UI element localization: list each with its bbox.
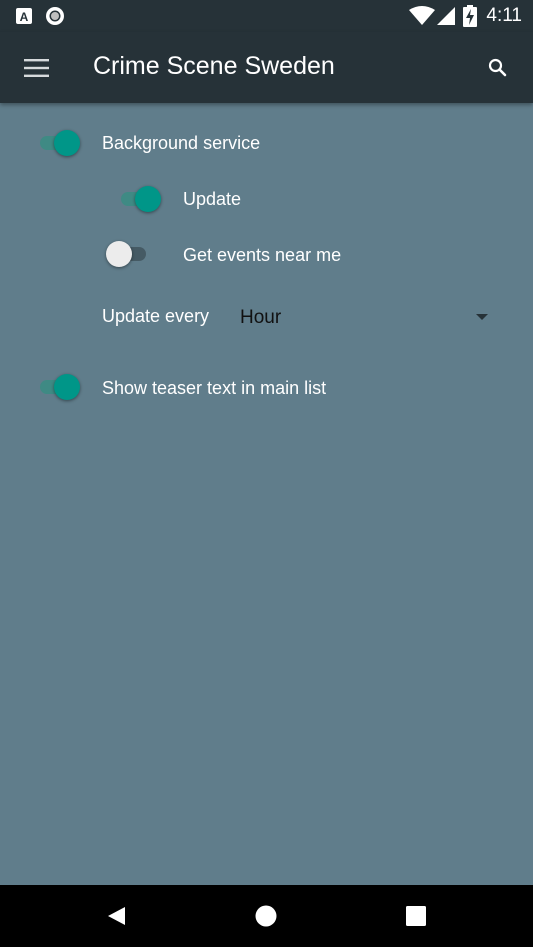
navigation-bar bbox=[0, 885, 533, 947]
events-near-me-switch[interactable] bbox=[106, 239, 150, 269]
update-every-label: Update every bbox=[102, 306, 210, 326]
circle-notification-icon bbox=[45, 6, 65, 31]
switch-thumb bbox=[135, 186, 161, 212]
battery-charging-icon bbox=[463, 5, 477, 32]
teaser-text-label: Show teaser text in main list bbox=[102, 378, 327, 398]
recents-icon bbox=[406, 906, 426, 931]
events-near-me-label: Get events near me bbox=[183, 245, 342, 265]
background-service-switch[interactable] bbox=[36, 128, 80, 158]
back-icon bbox=[107, 906, 127, 931]
update-interval-dropdown[interactable]: Hour bbox=[232, 296, 498, 340]
app-title: Crime Scene Sweden bbox=[93, 52, 335, 80]
home-icon bbox=[255, 905, 277, 932]
home-button[interactable] bbox=[246, 896, 286, 936]
back-button[interactable] bbox=[96, 896, 136, 936]
switch-thumb bbox=[54, 374, 80, 400]
wifi-icon bbox=[409, 6, 435, 31]
status-time: 4:11 bbox=[486, 5, 522, 26]
search-button[interactable] bbox=[475, 46, 519, 90]
menu-button[interactable] bbox=[12, 44, 60, 92]
switch-thumb bbox=[106, 241, 132, 267]
svg-text:A: A bbox=[20, 10, 29, 24]
hamburger-menu-icon bbox=[24, 59, 49, 82]
screen: A 4:11 Crime Scene Sweden Background ser… bbox=[0, 0, 533, 947]
update-label: Update bbox=[183, 189, 242, 209]
update-interval-value: Hour bbox=[240, 307, 282, 328]
background-service-label: Background service bbox=[102, 133, 261, 153]
update-switch[interactable] bbox=[117, 184, 161, 214]
teaser-text-switch[interactable] bbox=[36, 372, 80, 402]
a-notification-icon: A bbox=[16, 8, 32, 29]
recents-button[interactable] bbox=[396, 896, 436, 936]
search-icon bbox=[488, 58, 508, 83]
signal-icon bbox=[437, 7, 455, 30]
switch-thumb bbox=[54, 130, 80, 156]
app-bar: Crime Scene Sweden bbox=[0, 32, 533, 103]
dropdown-arrow-icon bbox=[476, 314, 488, 320]
status-bar: A 4:11 bbox=[0, 0, 533, 32]
